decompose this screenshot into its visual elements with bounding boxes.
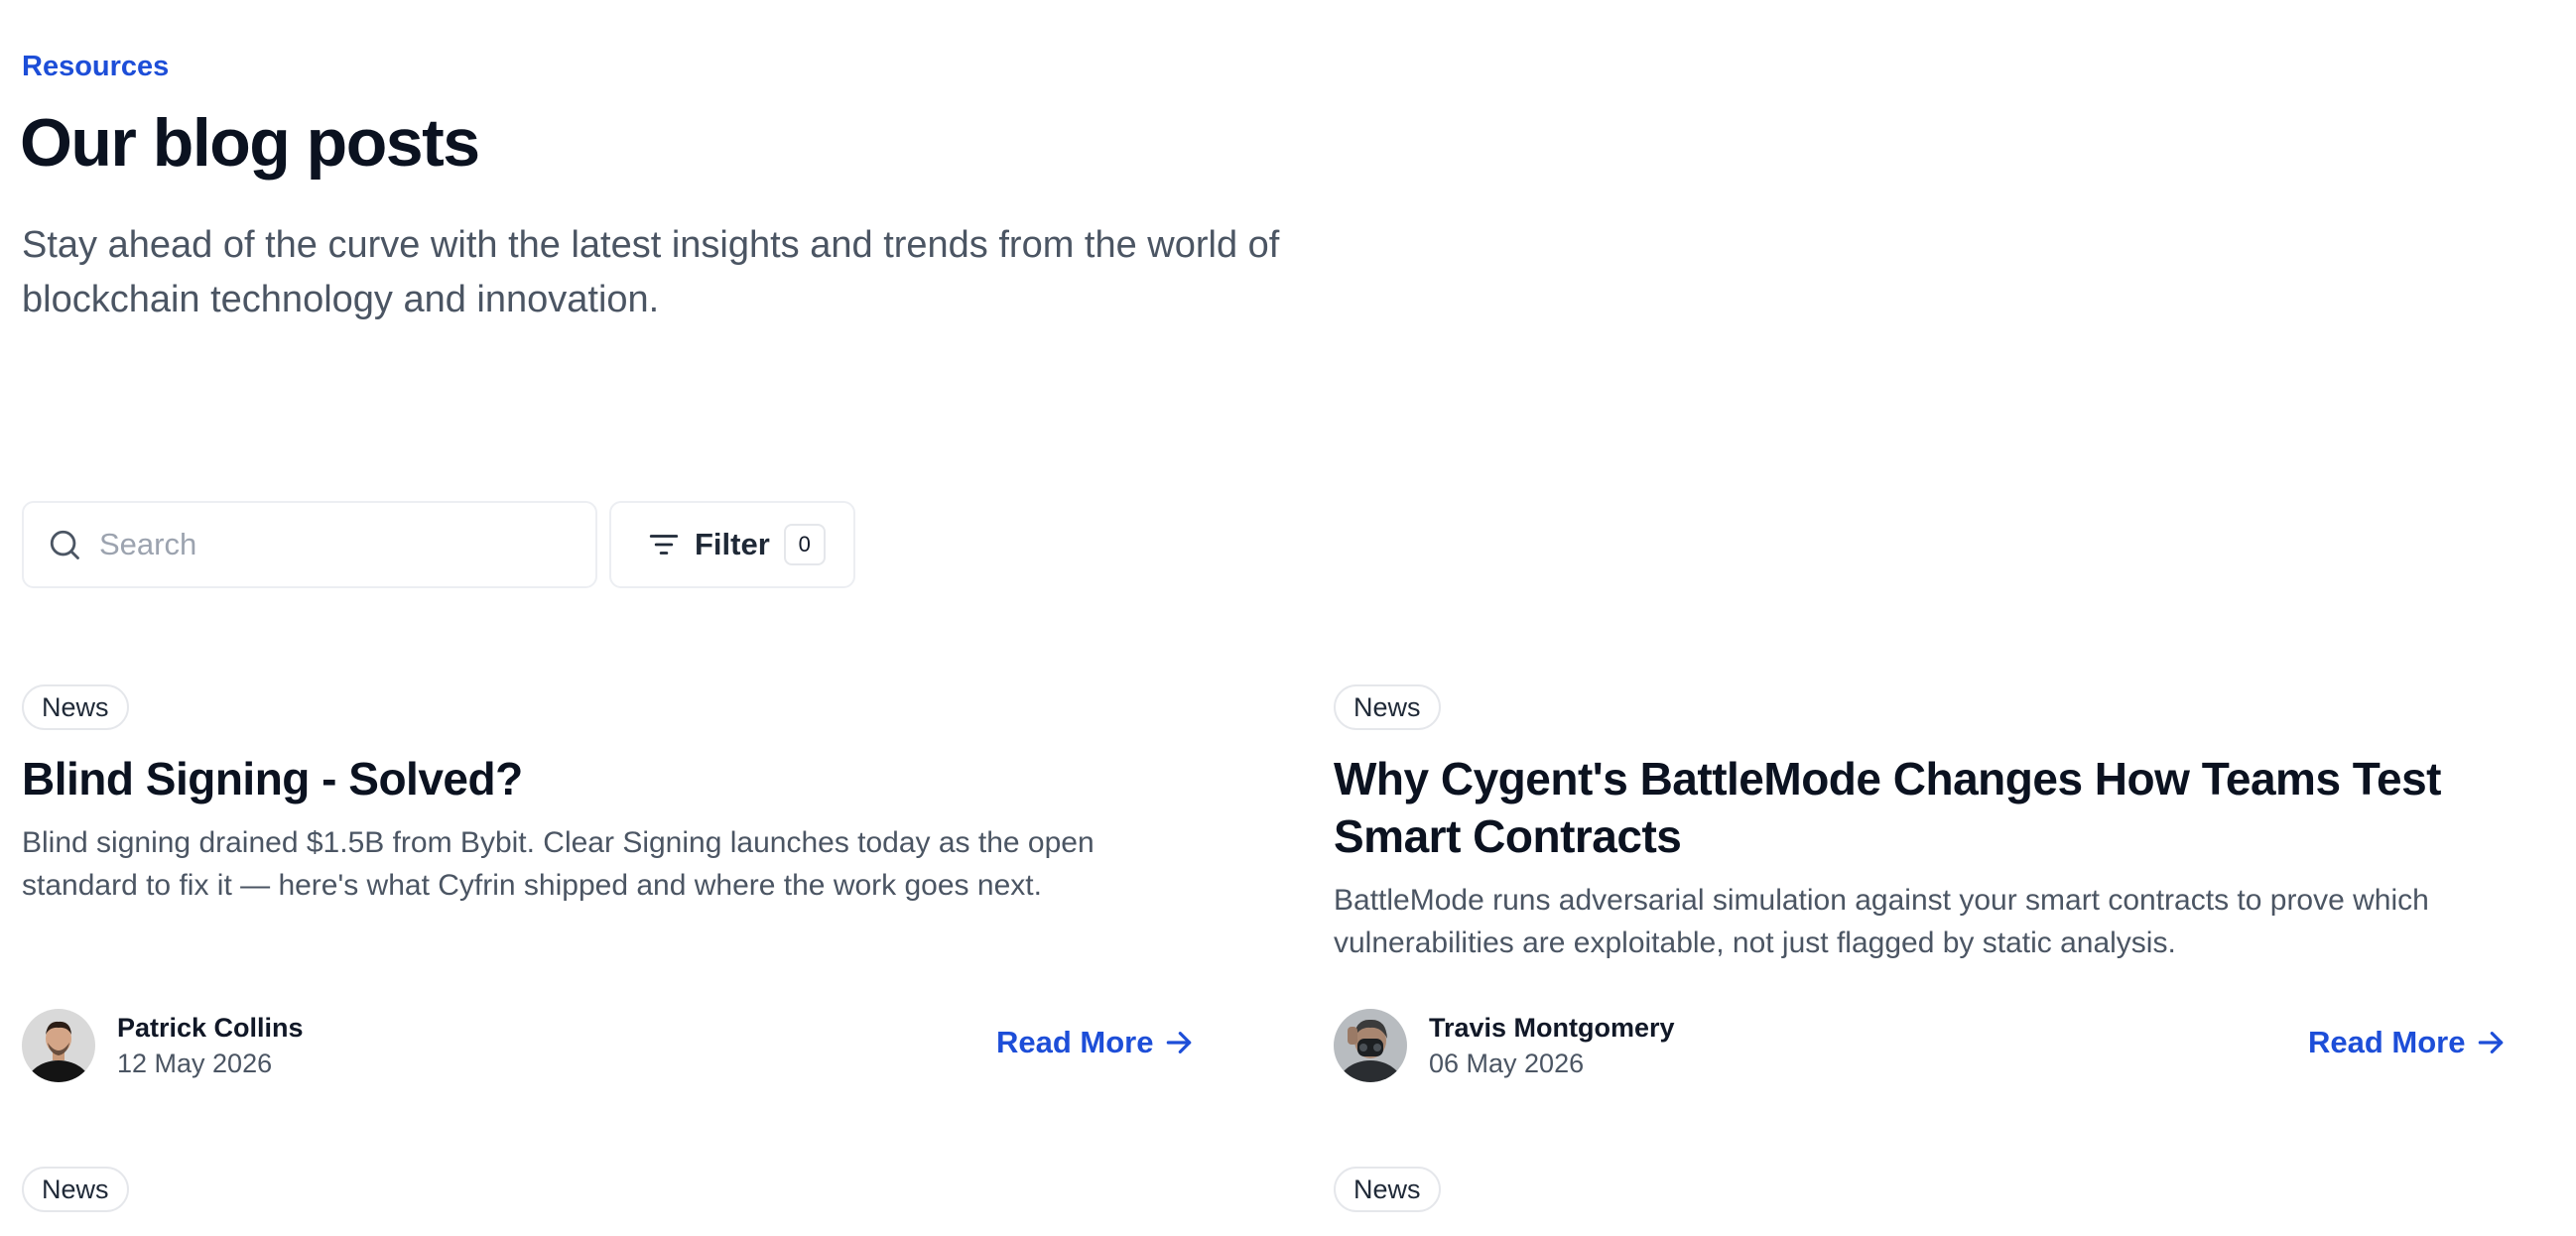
blog-card: News Blind Signing - Solved? Blind signi… <box>22 684 1213 1082</box>
blog-card: News Why Cygent's BattleMode Changes How… <box>1334 684 2524 1082</box>
author-name: Travis Montgomery <box>1429 1013 1675 1043</box>
post-author: Patrick Collins 12 May 2026 <box>22 1009 304 1082</box>
read-more-label: Read More <box>996 1025 1154 1059</box>
page-subtitle: Stay ahead of the curve with the latest … <box>22 224 1280 320</box>
author-name: Patrick Collins <box>117 1013 304 1043</box>
read-more-link[interactable]: Read More <box>996 1025 1195 1060</box>
category-tag[interactable]: News <box>1334 684 1441 730</box>
post-title[interactable]: Blind Signing - Solved? <box>22 750 1193 807</box>
filter-lines-icon <box>649 535 679 555</box>
category-tag[interactable]: News <box>22 1167 129 1212</box>
post-excerpt: Blind signing drained $1.5B from Bybit. … <box>22 826 1095 902</box>
avatar <box>1334 1009 1407 1082</box>
post-author: Travis Montgomery 06 May 2026 <box>1334 1009 1675 1082</box>
page-title: Our blog posts <box>20 105 480 181</box>
post-excerpt: BattleMode runs adversarial simulation a… <box>1334 884 2429 959</box>
filter-count-badge: 0 <box>783 524 826 565</box>
blog-card: News <box>22 1167 1213 1226</box>
arrow-right-icon <box>2479 1032 2504 1053</box>
post-date: 06 May 2026 <box>1429 1049 1585 1078</box>
search-icon <box>50 530 79 559</box>
post-date: 12 May 2026 <box>117 1049 273 1078</box>
blog-page: Resources Our blog posts Stay ahead of t… <box>0 0 2576 1236</box>
category-tag[interactable]: News <box>1334 1167 1441 1212</box>
avatar <box>22 1009 95 1082</box>
read-more-label: Read More <box>2308 1025 2466 1059</box>
category-tag[interactable]: News <box>22 684 129 730</box>
search-box[interactable] <box>22 501 597 588</box>
filter-button[interactable]: Filter 0 <box>609 501 855 588</box>
search-input[interactable] <box>97 526 554 563</box>
post-title[interactable]: Why Cygent's BattleMode Changes How Team… <box>1334 750 2455 865</box>
blog-card: News <box>1334 1167 2524 1226</box>
section-eyebrow: Resources <box>22 51 170 82</box>
read-more-link[interactable]: Read More <box>2308 1025 2507 1060</box>
arrow-right-icon <box>1167 1032 1192 1053</box>
filter-label: Filter <box>695 527 770 561</box>
